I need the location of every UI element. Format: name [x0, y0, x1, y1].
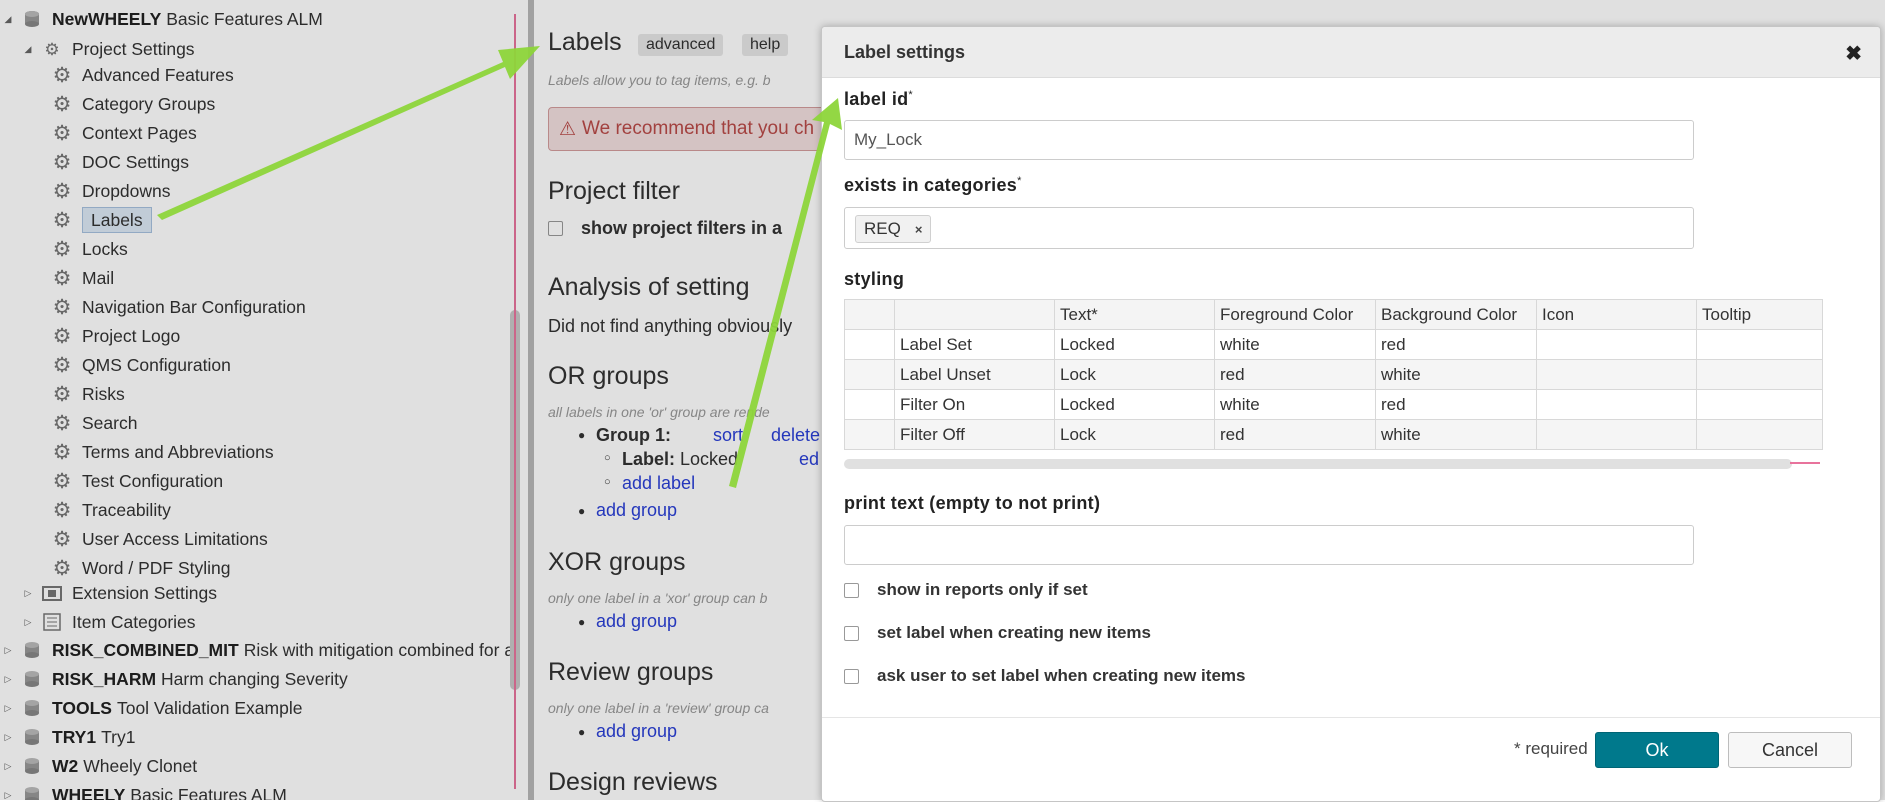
table-row[interactable]: Label Set Locked white red: [844, 329, 1823, 360]
grid-cell-fg[interactable]: red: [1214, 419, 1376, 450]
row-handle-cell[interactable]: [844, 359, 895, 390]
dialog-header: Label settings ✖: [822, 27, 1880, 78]
label-id-text: label id: [844, 89, 909, 109]
categories-text: exists in categories: [844, 175, 1018, 195]
category-chip: REQ ×: [855, 215, 932, 243]
grid-cell-fg[interactable]: red: [1214, 359, 1376, 390]
grid-cell-text[interactable]: Lock: [1054, 419, 1215, 450]
grid-cell-tooltip[interactable]: [1696, 359, 1823, 390]
grid-header-cell: Foreground Color: [1214, 299, 1376, 330]
grid-header-cell: Tooltip: [1696, 299, 1823, 330]
label-id-label: label id*: [844, 89, 913, 110]
grid-cell-tooltip[interactable]: [1696, 329, 1823, 360]
print-text-input[interactable]: [844, 525, 1694, 565]
categories-label: exists in categories*: [844, 175, 1022, 196]
grid-cell-text[interactable]: Locked: [1054, 389, 1215, 420]
grid-header-cell: Background Color: [1375, 299, 1537, 330]
grid-cell-name[interactable]: Filter On: [894, 389, 1055, 420]
styling-label: styling: [844, 269, 905, 289]
checkbox-row-reports[interactable]: show in reports only if set: [844, 580, 1088, 600]
category-chip-label: REQ: [864, 219, 901, 238]
grid-header-cell: [844, 299, 895, 330]
grid-scroll-marker: [1790, 462, 1820, 464]
grid-cell-icon[interactable]: [1536, 329, 1697, 360]
table-row[interactable]: Filter On Locked white red: [844, 389, 1823, 420]
grid-cell-bg[interactable]: red: [1375, 389, 1537, 420]
row-handle-cell[interactable]: [844, 419, 895, 450]
grid-horizontal-scrollbar[interactable]: [844, 459, 1792, 469]
grid-cell-bg[interactable]: white: [1375, 359, 1537, 390]
grid-header-cell: Text*: [1054, 299, 1215, 330]
grid-header-cell: [894, 299, 1055, 330]
show-in-reports-label: show in reports only if set: [877, 580, 1088, 599]
ask-user-checkbox[interactable]: [844, 668, 859, 684]
show-in-reports-checkbox[interactable]: [844, 582, 859, 598]
row-handle-cell[interactable]: [844, 329, 895, 360]
set-on-create-checkbox[interactable]: [844, 625, 859, 641]
print-text-label: print text (empty to not print): [844, 493, 1101, 513]
grid-cell-icon[interactable]: [1536, 389, 1697, 420]
grid-cell-name[interactable]: Label Set: [894, 329, 1055, 360]
grid-cell-name[interactable]: Filter Off: [894, 419, 1055, 450]
dialog-footer-divider: [822, 717, 1880, 718]
grid-cell-fg[interactable]: white: [1214, 389, 1376, 420]
required-mark: *: [1017, 175, 1022, 187]
table-row[interactable]: Filter Off Lock red white: [844, 419, 1823, 450]
set-on-create-label: set label when creating new items: [877, 623, 1151, 642]
grid-cell-bg[interactable]: white: [1375, 419, 1537, 450]
cancel-button[interactable]: Cancel: [1728, 732, 1852, 768]
remove-chip-icon[interactable]: ×: [915, 222, 923, 237]
label-settings-dialog: Label settings ✖ label id* exists in cat…: [821, 26, 1881, 802]
grid-cell-bg[interactable]: red: [1375, 329, 1537, 360]
required-note: * required: [1514, 739, 1588, 758]
grid-cell-tooltip[interactable]: [1696, 389, 1823, 420]
ask-user-label: ask user to set label when creating new …: [877, 666, 1246, 685]
grid-cell-fg[interactable]: white: [1214, 329, 1376, 360]
grid-cell-name[interactable]: Label Unset: [894, 359, 1055, 390]
label-id-input[interactable]: [844, 120, 1694, 160]
grid-cell-icon[interactable]: [1536, 359, 1697, 390]
dialog-title: Label settings: [844, 42, 966, 62]
grid-cell-tooltip[interactable]: [1696, 419, 1823, 450]
grid-header-cell: Icon: [1536, 299, 1697, 330]
styling-grid: Text* Foreground Color Background Color Ico…: [844, 299, 1823, 450]
row-handle-cell[interactable]: [844, 389, 895, 420]
categories-input[interactable]: REQ ×: [844, 207, 1694, 249]
checkbox-row-ask-user[interactable]: ask user to set label when creating new …: [844, 666, 1245, 686]
grid-cell-text[interactable]: Locked: [1054, 329, 1215, 360]
styling-grid-header: Text* Foreground Color Background Color Ico…: [844, 299, 1823, 330]
required-mark: *: [908, 89, 914, 101]
checkbox-row-set-on-create[interactable]: set label when creating new items: [844, 623, 1151, 643]
close-icon[interactable]: ✖: [1845, 41, 1862, 66]
table-row[interactable]: Label Unset Lock red white: [844, 359, 1823, 390]
grid-cell-icon[interactable]: [1536, 419, 1697, 450]
ok-button[interactable]: Ok: [1595, 732, 1719, 768]
grid-cell-text[interactable]: Lock: [1054, 359, 1215, 390]
